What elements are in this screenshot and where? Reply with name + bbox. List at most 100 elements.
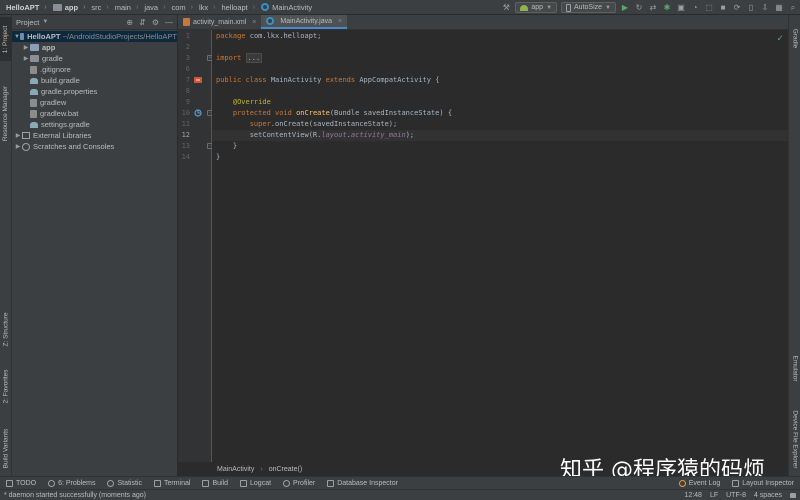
profile-icon[interactable]: ◔ [690, 3, 700, 13]
emulator-tool-tab[interactable]: Emulator [789, 345, 800, 391]
statistic-icon [107, 479, 115, 487]
no-problems-check-icon[interactable]: ✓ [776, 33, 784, 44]
breadcrumb-project[interactable]: HelloAPT › [0, 3, 47, 12]
tree-item-settings-gradle[interactable]: settings.gradle [12, 119, 177, 130]
build-icon [202, 479, 210, 487]
project-tool-tab[interactable]: 1: Project [0, 17, 12, 61]
collapse-all-icon[interactable]: ⇵ [139, 18, 146, 27]
breadcrumb-app[interactable]: app › [47, 3, 85, 12]
chevron-right-icon[interactable]: ▶ [22, 55, 30, 62]
caret-position[interactable]: 12:48 [684, 492, 702, 499]
tree-item-external-libraries[interactable]: ▶ External Libraries [12, 130, 177, 141]
sdk-manager-icon[interactable]: ⇩ [760, 3, 770, 13]
chevron-right-icon[interactable]: ▶ [22, 44, 30, 51]
problems-tab[interactable]: 6: Problems [42, 479, 101, 487]
profiler-icon [283, 479, 291, 487]
tree-item-scratches[interactable]: ▶ Scratches and Consoles [12, 141, 177, 152]
tree-item-gradlew-bat[interactable]: gradlew.bat [12, 108, 177, 119]
code-line-13[interactable]: } [216, 141, 237, 152]
gradle-tool-tab[interactable]: Gradle [789, 19, 800, 57]
indent-setting[interactable]: 4 spaces [754, 492, 782, 499]
tab-main-activity-java[interactable]: MainActivity.java × [261, 15, 348, 29]
code-line-3[interactable]: import ... [216, 53, 263, 64]
chevron-down-icon[interactable]: ▼ [42, 19, 48, 25]
run-icon[interactable]: ▶ [620, 3, 630, 13]
device-select[interactable]: AutoSize ▼ [561, 2, 616, 13]
bottom-tool-tabs: TODO 6: Problems Statistic Terminal Buil… [0, 476, 800, 489]
tree-item-helloapt[interactable]: ▼ HelloAPT ~/AndroidStudioProjects/HelloA… [12, 31, 177, 42]
problems-icon [48, 479, 56, 487]
chevron-right-icon[interactable]: ▶ [14, 143, 22, 150]
breadcrumb-main[interactable]: main › [109, 3, 139, 12]
profiler-tab[interactable]: Profiler [277, 479, 321, 487]
sync-gradle-icon[interactable]: ⟳ [732, 3, 742, 13]
todo-tab[interactable]: TODO [0, 479, 42, 487]
code-line-1[interactable]: package com.lkx.helloapt; [216, 31, 321, 42]
coverage-icon[interactable]: ▣ [676, 3, 686, 13]
event-log-icon [678, 479, 686, 487]
device-file-explorer-tool-tab[interactable]: Device File Explorer [789, 403, 800, 475]
folded-imports[interactable]: ... [245, 53, 263, 63]
activity-gutter-icon[interactable] [194, 76, 202, 84]
folder-icon [52, 3, 62, 11]
breadcrumb-src[interactable]: src › [85, 3, 108, 12]
gear-icon[interactable]: ⚙ [152, 18, 159, 27]
terminal-tab[interactable]: Terminal [148, 479, 196, 487]
layout-inspector-toolbar-icon[interactable]: ▦ [774, 3, 784, 13]
file-encoding[interactable]: UTF-8 [726, 492, 746, 499]
tree-item-gradlew[interactable]: gradlew [12, 97, 177, 108]
breadcrumb-helloapt[interactable]: helloapt › [215, 3, 255, 12]
breadcrumb-mainactivity[interactable]: MainActivity [255, 3, 312, 12]
breadcrumb-com[interactable]: com › [165, 3, 193, 12]
attach-debugger-icon[interactable]: ⬚ [704, 3, 714, 13]
build-tab[interactable]: Build [196, 479, 234, 487]
apply-code-changes-icon[interactable]: ⇄ [648, 3, 658, 13]
override-method-icon[interactable] [194, 109, 202, 117]
build-variants-tool-tab[interactable]: Build Variants [0, 420, 12, 476]
event-log-tab[interactable]: Event Log [673, 479, 727, 487]
code-editor[interactable]: package com.lkx.helloapt; import ... pub… [212, 30, 788, 462]
project-view-select[interactable]: Project [16, 18, 39, 27]
locate-file-icon[interactable]: ⊕ [126, 18, 133, 27]
tree-item-app[interactable]: ▶ app [12, 42, 177, 53]
close-icon[interactable]: × [338, 18, 342, 25]
phone-icon [566, 3, 572, 12]
resource-manager-tool-tab[interactable]: Resource Manager [0, 73, 12, 153]
code-line-9[interactable]: @Override [216, 97, 271, 108]
code-line-11[interactable]: super.onCreate(savedInstanceState); [216, 119, 398, 130]
breadcrumb-method[interactable]: onCreate() [269, 466, 302, 473]
chevron-right-icon[interactable]: ▶ [14, 132, 22, 139]
structure-tool-tab[interactable]: Z: Structure [0, 305, 12, 353]
statistic-tab[interactable]: Statistic [101, 479, 148, 487]
line-number: 7 [185, 76, 190, 84]
breadcrumb-class[interactable]: MainActivity [217, 466, 254, 473]
code-line-10[interactable]: protected void onCreate(Bundle savedInst… [216, 108, 452, 119]
breadcrumb-java[interactable]: java › [138, 3, 165, 12]
database-inspector-tab[interactable]: Database Inspector [321, 479, 404, 487]
code-line-12[interactable]: setContentView(R.layout.activity_main); [216, 130, 414, 141]
code-line-7[interactable]: public class MainActivity extends AppCom… [216, 75, 439, 86]
tree-item-gitignore[interactable]: .gitignore [12, 64, 177, 75]
logcat-tab[interactable]: Logcat [234, 479, 277, 487]
tree-item-gradle-properties[interactable]: gradle.properties [12, 86, 177, 97]
avd-manager-icon[interactable]: ▯ [746, 3, 756, 13]
layout-inspector-icon [732, 479, 740, 487]
debug-icon[interactable]: ✱ [662, 3, 672, 13]
status-message[interactable]: * daemon started successfully (moments a… [0, 492, 146, 499]
make-project-hammer-icon[interactable]: ⚒ [501, 3, 511, 13]
run-config-select[interactable]: app ▼ [515, 2, 558, 13]
tree-item-build-gradle[interactable]: build.gradle [12, 75, 177, 86]
line-separator[interactable]: LF [710, 492, 718, 499]
close-icon[interactable]: × [252, 19, 256, 26]
tab-activity-main-xml[interactable]: activity_main.xml × [178, 15, 261, 29]
stop-icon[interactable]: ■ [718, 3, 728, 13]
tree-item-gradle[interactable]: ▶ gradle [12, 53, 177, 64]
hide-panel-icon[interactable]: — [165, 18, 173, 27]
code-line-14[interactable]: } [216, 152, 220, 163]
apply-changes-icon[interactable]: ↻ [634, 3, 644, 13]
lock-icon[interactable] [790, 492, 796, 498]
breadcrumb-lkx[interactable]: lkx › [193, 3, 216, 12]
search-icon[interactable]: ⌕ [788, 3, 798, 13]
favorites-tool-tab[interactable]: 2: Favorites [0, 363, 12, 409]
layout-inspector-tab[interactable]: Layout Inspector [726, 479, 800, 487]
